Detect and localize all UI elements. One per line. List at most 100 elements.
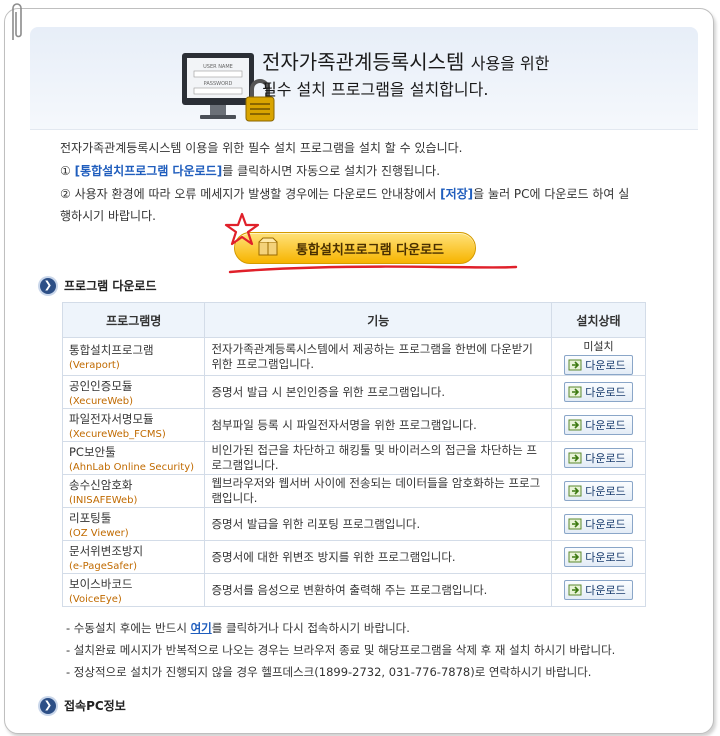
section-pc-info-title: 접속PC정보 [64, 699, 126, 713]
program-name: 보이스바코드 [69, 576, 133, 591]
download-arrow-icon [568, 518, 582, 530]
col-header-status: 설치상태 [551, 302, 646, 338]
title-suffix: 사용을 위한 [470, 54, 550, 73]
download-button[interactable]: 다운로드 [564, 547, 633, 567]
program-func: 첨부파일 등록 시 파일전자서명을 위한 프로그램입니다. [204, 408, 553, 442]
program-name: 리포팅툴 [69, 510, 112, 525]
table-row: 보이스바코드 (VoiceEye) 증명서를 음성으로 변환하여 출력해 주는 프… [61, 573, 646, 607]
intro-line-2: ① [통합설치프로그램 다운로드]를 클릭하시면 자동으로 설치가 진행됩니다. [60, 162, 440, 179]
program-name-cell: 보이스바코드 (VoiceEye) [61, 573, 206, 607]
program-table: 프로그램명 기능 설치상태 통합설치프로그램 (Veraport) 전자가족관계등… [61, 302, 646, 607]
page-subtitle: 필수 설치 프로그램을 설치합니다. [262, 80, 489, 99]
col-header-func: 기능 [204, 302, 553, 338]
download-button[interactable]: 다운로드 [564, 580, 633, 600]
download-arrow-icon [568, 584, 582, 596]
download-button[interactable]: 다운로드 [564, 514, 633, 534]
intro-download-link[interactable]: [통합설치프로그램 다운로드] [75, 164, 223, 178]
program-status-cell: 다운로드 [551, 540, 646, 574]
program-name-en: (INISAFEWeb) [69, 494, 138, 506]
download-arrow-icon [568, 452, 582, 464]
download-button[interactable]: 다운로드 [564, 481, 633, 501]
program-status-cell: 다운로드 [551, 573, 646, 607]
download-arrow-icon [568, 419, 582, 431]
intro-line-2-prefix: ① [60, 164, 75, 178]
program-name: PC보안툴 [69, 444, 116, 459]
note-1-suffix: 를 클릭하거나 다시 접속하시기 바랍니다. [211, 621, 410, 635]
red-underline-annotation [228, 265, 518, 274]
program-name-en: (OZ Viewer) [69, 527, 129, 539]
note-2: - 설치완료 메시지가 반복적으로 나오는 경우는 브라우저 종료 및 해당프로… [66, 643, 616, 657]
intro-save-link: [저장] [440, 187, 474, 201]
program-name-cell: 파일전자서명모듈 (XecureWeb_FCMS) [61, 408, 206, 442]
table-header-row: 프로그램명 기능 설치상태 [61, 302, 646, 338]
program-func: 증명서 발급 시 본인인증을 위한 프로그램입니다. [204, 375, 553, 409]
program-name: 공인인증모듈 [69, 378, 133, 393]
program-name: 송수신암호화 [69, 477, 133, 492]
monitor-label-username: USER NAME [203, 64, 233, 70]
table-row: 송수신암호화 (INISAFEWeb) 웹브라우저와 웹서버 사이에 전송되는 데… [61, 474, 646, 508]
download-arrow-icon [568, 359, 582, 371]
program-func: 증명서에 대한 위변조 방지를 위한 프로그램입니다. [204, 540, 553, 574]
program-name: 문서위변조방지 [69, 543, 144, 558]
program-func: 웹브라우저와 웹서버 사이에 전송되는 데이터들을 암호화하는 프로그램입니다. [204, 474, 553, 508]
program-status-cell: 다운로드 [551, 474, 646, 508]
download-label: 다운로드 [585, 584, 626, 597]
download-button[interactable]: 다운로드 [564, 382, 633, 402]
integrated-download-button[interactable]: 통합설치프로그램 다운로드 [234, 232, 476, 264]
section-program-download: ❯ 프로그램 다운로드 [40, 277, 157, 294]
download-label: 다운로드 [585, 485, 626, 498]
program-name-en: (XecureWeb_FCMS) [69, 428, 166, 440]
download-arrow-icon [568, 485, 582, 497]
download-button[interactable]: 다운로드 [564, 355, 633, 375]
package-icon [258, 237, 278, 256]
download-label: 다운로드 [585, 386, 626, 399]
table-row: 리포팅툴 (OZ Viewer) 증명서 발급을 위한 리포팅 프로그램입니다. … [61, 507, 646, 541]
program-name-cell: 송수신암호화 (INISAFEWeb) [61, 474, 206, 508]
intro-line-1: 전자가족관계등록시스템 이용을 위한 필수 설치 프로그램을 설치 할 수 있습… [60, 141, 463, 155]
program-name-en: (Veraport) [69, 360, 120, 371]
install-status: 미설치 [583, 340, 614, 353]
program-name: 파일전자서명모듈 [69, 411, 154, 426]
program-func: 증명서를 음성으로 변환하여 출력해 주는 프로그램입니다. [204, 573, 553, 607]
star-annotation-icon [224, 212, 260, 246]
download-label: 다운로드 [585, 452, 626, 465]
program-name-en: (e-PageSafer) [69, 560, 138, 572]
program-status-cell: 다운로드 [551, 441, 646, 475]
download-arrow-icon [568, 551, 582, 563]
program-status-cell: 미설치다운로드 [551, 337, 646, 376]
col-header-name: 프로그램명 [61, 302, 206, 338]
program-name-en: (XecureWeb) [69, 395, 134, 407]
monitor-label-password: PASSWORD [204, 81, 233, 87]
note-3: - 정상적으로 설치가 진행되지 않을 경우 헬프데스크(1899-2732, … [66, 665, 592, 679]
table-row: 파일전자서명모듈 (XecureWeb_FCMS) 첨부파일 등록 시 파일전자서… [61, 408, 646, 442]
section-program-download-title: 프로그램 다운로드 [64, 279, 157, 293]
integrated-download-label: 통합설치프로그램 다운로드 [295, 242, 445, 258]
chevron-right-icon: ❯ [40, 277, 56, 294]
program-status-cell: 다운로드 [551, 408, 646, 442]
program-name-cell: PC보안툴 (AhnLab Online Security) [61, 441, 206, 475]
download-label: 다운로드 [585, 551, 626, 564]
intro-line-3-prefix: ② 사용자 환경에 따라 오류 메세지가 발생할 경우에는 다운로드 안내창에서 [60, 187, 441, 201]
program-name: 통합설치프로그램 [69, 343, 154, 357]
title-main: 전자가족관계등록시스템 [262, 50, 465, 74]
note-1: - 수동설치 후에는 반드시 여기를 클릭하거나 다시 접속하시기 바랍니다. [66, 620, 410, 636]
program-name-en: (VoiceEye) [69, 593, 122, 605]
intro-line-4: 행하시기 바랍니다. [60, 209, 156, 223]
note-1-prefix: - 수동설치 후에는 반드시 [66, 621, 191, 635]
paperclip-icon [12, 3, 22, 40]
table-row: PC보안툴 (AhnLab Online Security) 비인가된 접근을 차… [61, 441, 646, 475]
intro-line-3-suffix: 을 눌러 PC에 다운로드 하여 실 [473, 187, 630, 201]
download-arrow-icon [568, 386, 582, 398]
download-label: 다운로드 [585, 419, 626, 432]
download-button[interactable]: 다운로드 [564, 415, 633, 435]
program-name-cell: 문서위변조방지 (e-PageSafer) [61, 540, 206, 574]
table-row: 공인인증모듈 (XecureWeb) 증명서 발급 시 본인인증을 위한 프로그램… [61, 375, 646, 409]
table-row: 통합설치프로그램 (Veraport) 전자가족관계등록시스템에서 제공하는 프로… [61, 337, 646, 376]
note-here-link[interactable]: 여기 [191, 621, 212, 635]
download-button[interactable]: 다운로드 [564, 448, 633, 468]
program-name-en: (AhnLab Online Security) [69, 461, 195, 473]
program-status-cell: 다운로드 [551, 375, 646, 409]
page-title: 전자가족관계등록시스템 사용을 위한 [262, 46, 549, 75]
intro-line-3: ② 사용자 환경에 따라 오류 메세지가 발생할 경우에는 다운로드 안내창에서… [60, 185, 629, 202]
chevron-right-icon: ❯ [40, 697, 56, 714]
